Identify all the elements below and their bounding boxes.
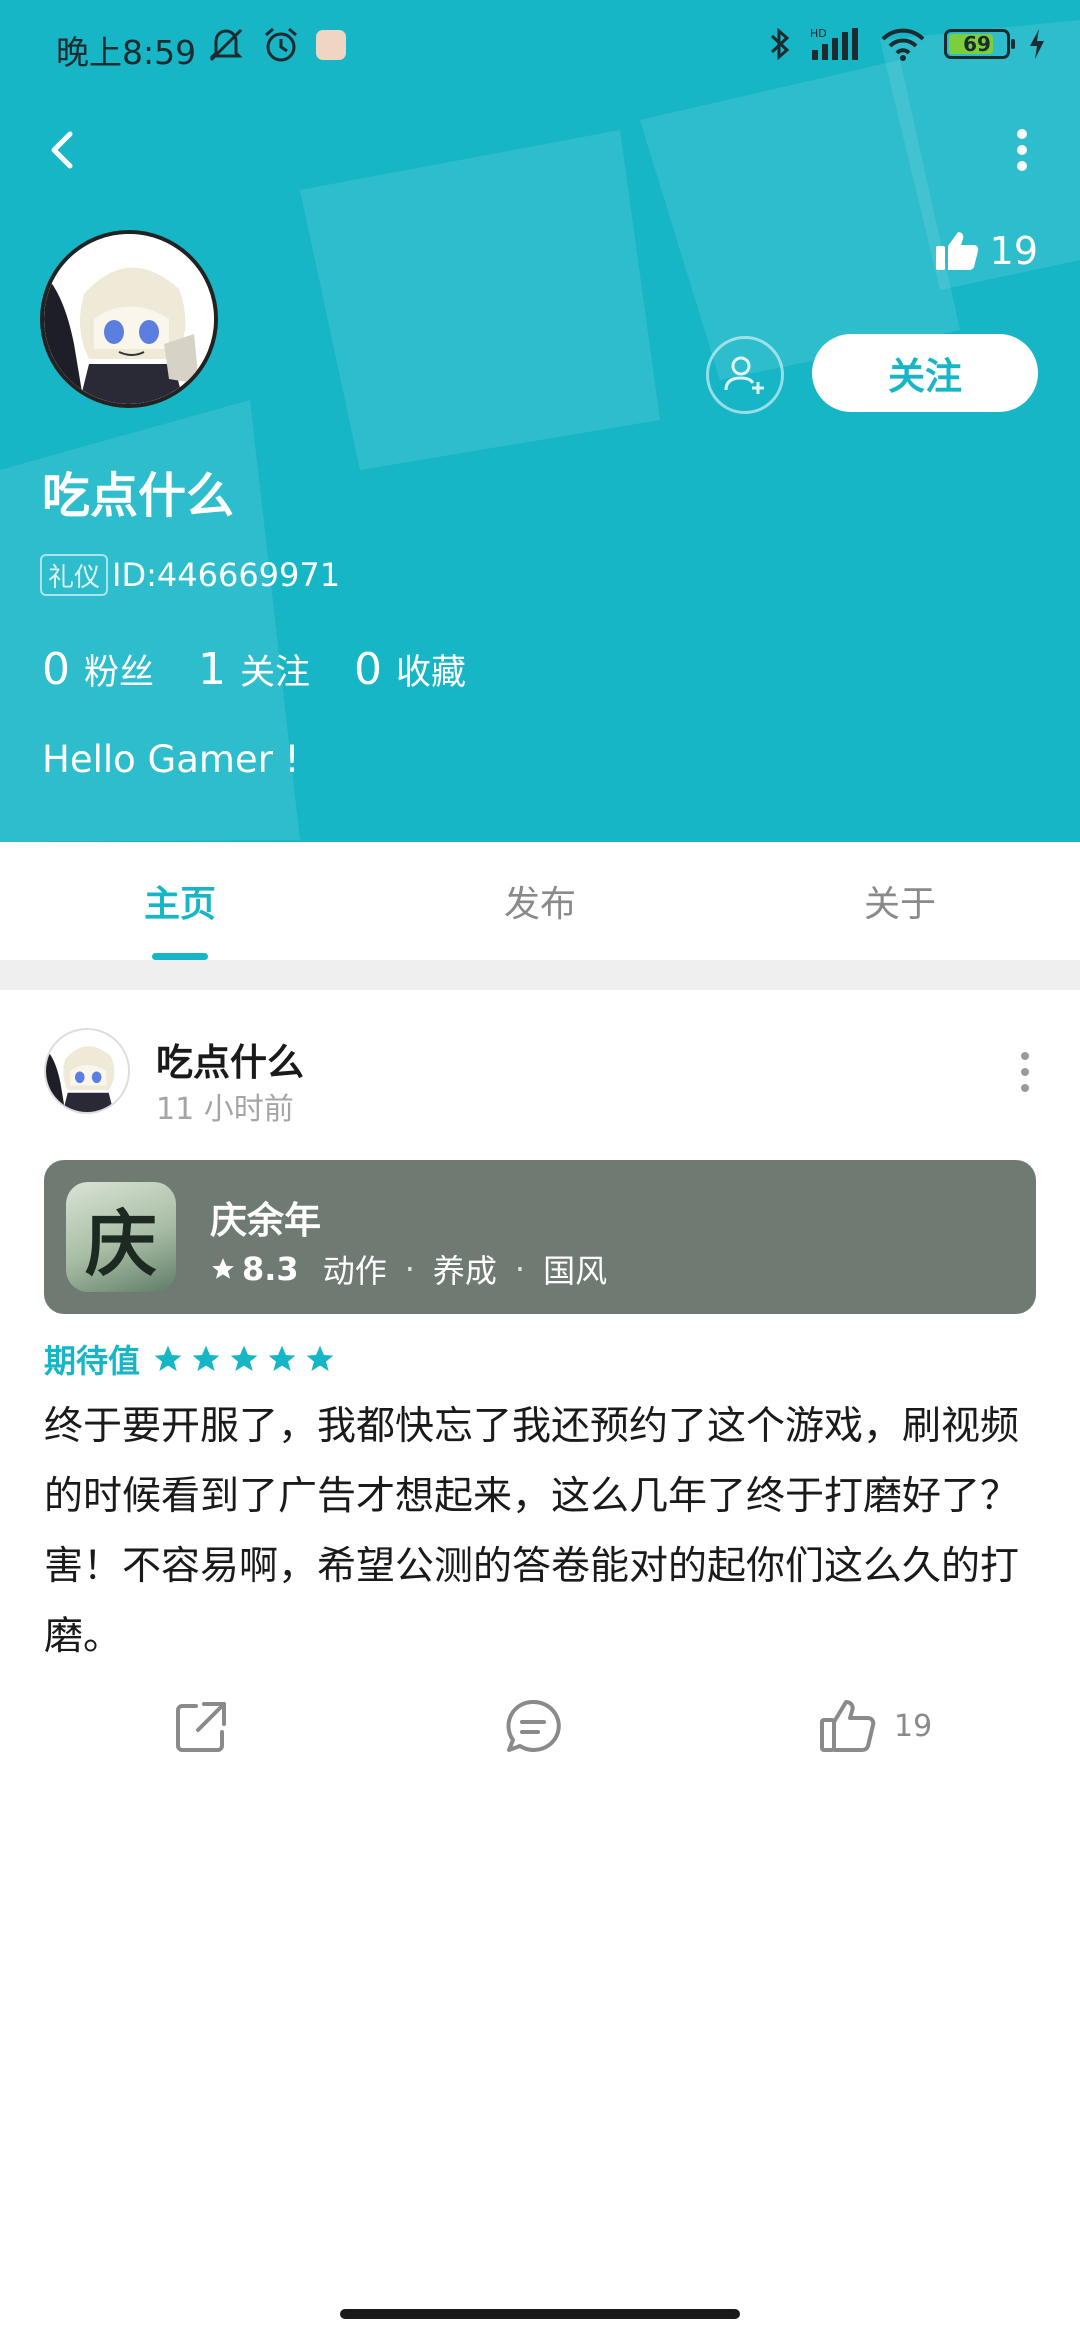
like-button[interactable]: 19 — [818, 1696, 932, 1756]
follow-button[interactable]: 关注 — [812, 334, 1038, 412]
thumbs-up-icon — [935, 232, 978, 270]
profile-tabs: 主页 发布 关于 — [0, 842, 1080, 960]
wifi-icon — [881, 28, 925, 61]
stat-favorites[interactable]: 0 收藏 — [354, 644, 466, 695]
home-indicator[interactable] — [340, 2309, 740, 2319]
watermark-logo — [0, 20, 1080, 842]
post-timestamp: 11 小时前 — [156, 1092, 294, 1127]
bluetooth-icon — [770, 27, 790, 61]
star-icon — [306, 1345, 334, 1371]
thumbs-up-icon — [820, 1700, 876, 1752]
star-icon — [154, 1345, 182, 1371]
game-tag: 国风 — [543, 1252, 608, 1290]
post-more-icon[interactable] — [1010, 1042, 1040, 1102]
game-tag: 养成 — [432, 1252, 497, 1290]
stat-fans[interactable]: 0 粉丝 — [42, 644, 154, 695]
back-icon[interactable] — [36, 122, 92, 178]
game-card[interactable]: 庆 庆余年 8.3 动作 · 养成 · 国风 — [44, 1160, 1036, 1314]
share-icon[interactable] — [170, 1696, 232, 1758]
add-friend-button[interactable] — [706, 336, 784, 414]
tab-about[interactable]: 关于 — [720, 842, 1080, 960]
star-icon — [230, 1345, 258, 1371]
user-tag-badge[interactable]: 礼仪 — [40, 554, 109, 596]
post-author-name[interactable]: 吃点什么 — [156, 1032, 304, 1086]
stats-row: 0 粉丝 1 关注 0 收藏 — [42, 644, 510, 695]
profile-like-count[interactable]: 19 — [934, 228, 1038, 274]
id-row: 礼仪 ID:446669971 — [40, 554, 340, 596]
user-id: ID:446669971 — [112, 556, 341, 594]
post-author-avatar[interactable] — [44, 1028, 130, 1114]
profile-header: 晚上8:59 HD 69 19 关注 吃点什么 礼仪 ID:446669971 … — [0, 0, 1080, 842]
expectation-stars — [152, 1343, 342, 1375]
more-vertical-icon[interactable] — [994, 122, 1050, 178]
avatar-illustration — [46, 1030, 128, 1112]
user-avatar[interactable] — [40, 230, 218, 408]
charging-icon — [1030, 29, 1044, 59]
section-divider — [0, 960, 1080, 990]
like-count: 19 — [894, 1708, 933, 1744]
svg-text:HD: HD — [810, 27, 827, 40]
post-actions: 19 — [0, 1692, 1080, 1772]
status-bar: 晚上8:59 HD 69 — [0, 0, 1080, 96]
game-title: 庆余年 — [210, 1199, 321, 1242]
game-icon: 庆 — [66, 1182, 176, 1292]
status-time: 晚上8:59 — [56, 33, 197, 72]
profile-bio: Hello Gamer ! — [42, 738, 300, 781]
star-icon — [192, 1345, 220, 1371]
add-user-icon — [724, 356, 764, 394]
post-body-text: 终于要开服了，我都快忘了我还预约了这个游戏，刷视频的时候看到了广告才想起来，这么… — [44, 1404, 1020, 1659]
tab-posts[interactable]: 发布 — [360, 842, 720, 960]
alarm-icon — [265, 27, 297, 62]
tab-active-indicator — [152, 953, 208, 960]
app-notification-icon — [316, 30, 346, 60]
mute-icon — [209, 28, 243, 62]
comment-icon[interactable] — [502, 1696, 564, 1758]
avatar-illustration — [44, 234, 214, 404]
game-rating: 8.3 — [242, 1250, 299, 1288]
battery-indicator: 69 — [944, 29, 1015, 59]
star-icon — [212, 1258, 234, 1279]
expectation-rating: 期待值 — [44, 1336, 342, 1382]
expectation-label: 期待值 — [44, 1342, 141, 1380]
profile-username: 吃点什么 — [42, 468, 235, 524]
signal-icon: HD — [810, 27, 858, 60]
game-meta: 8.3 动作 · 养成 · 国风 — [210, 1246, 607, 1292]
game-tag: 动作 — [322, 1252, 387, 1290]
stat-following[interactable]: 1 关注 — [198, 644, 310, 695]
tab-home[interactable]: 主页 — [0, 842, 360, 960]
star-icon — [268, 1345, 296, 1371]
